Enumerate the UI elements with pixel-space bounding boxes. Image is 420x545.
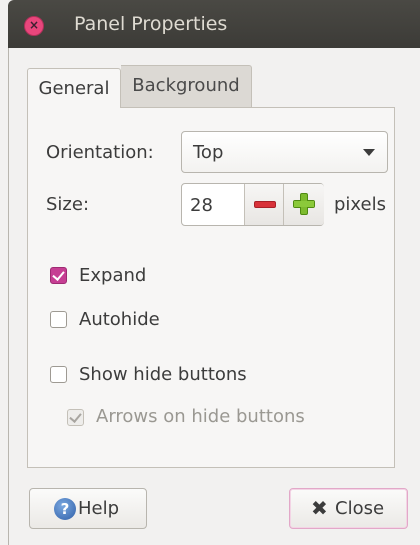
orientation-label: Orientation: xyxy=(46,142,154,163)
title-bar[interactable]: × Panel Properties xyxy=(8,0,420,48)
minus-icon xyxy=(254,201,276,208)
size-value[interactable]: 28 xyxy=(190,195,213,216)
arrows-on-hide-buttons-label: Arrows on hide buttons xyxy=(96,406,305,427)
size-unit-label: pixels xyxy=(334,194,386,215)
autohide-checkbox[interactable] xyxy=(50,311,67,328)
arrows-on-hide-buttons-checkbox xyxy=(67,409,84,426)
chevron-down-icon xyxy=(363,149,375,156)
show-hide-buttons-checkbox[interactable] xyxy=(50,366,67,383)
help-icon: ? xyxy=(54,498,76,520)
window-title: Panel Properties xyxy=(74,13,228,35)
window-close-icon[interactable]: × xyxy=(24,16,44,36)
close-button[interactable]: ✖ Close xyxy=(289,488,408,529)
tab-background[interactable]: Background xyxy=(121,65,252,108)
help-button[interactable]: ? Help xyxy=(29,488,147,529)
show-hide-buttons-label[interactable]: Show hide buttons xyxy=(79,364,247,385)
decrease-size-button[interactable] xyxy=(244,184,285,225)
expand-label[interactable]: Expand xyxy=(79,265,146,286)
close-icon: ✖ xyxy=(311,496,328,520)
size-label: Size: xyxy=(46,194,90,215)
orientation-dropdown[interactable]: Top xyxy=(181,131,388,173)
expand-checkbox[interactable] xyxy=(50,267,67,284)
close-button-label: Close xyxy=(335,498,385,519)
increase-size-button[interactable] xyxy=(283,184,324,225)
help-button-label: Help xyxy=(78,498,120,519)
tab-general[interactable]: General xyxy=(27,68,121,108)
orientation-value: Top xyxy=(193,142,224,163)
autohide-label[interactable]: Autohide xyxy=(79,309,160,330)
size-spinbutton[interactable]: 28 xyxy=(181,183,324,226)
